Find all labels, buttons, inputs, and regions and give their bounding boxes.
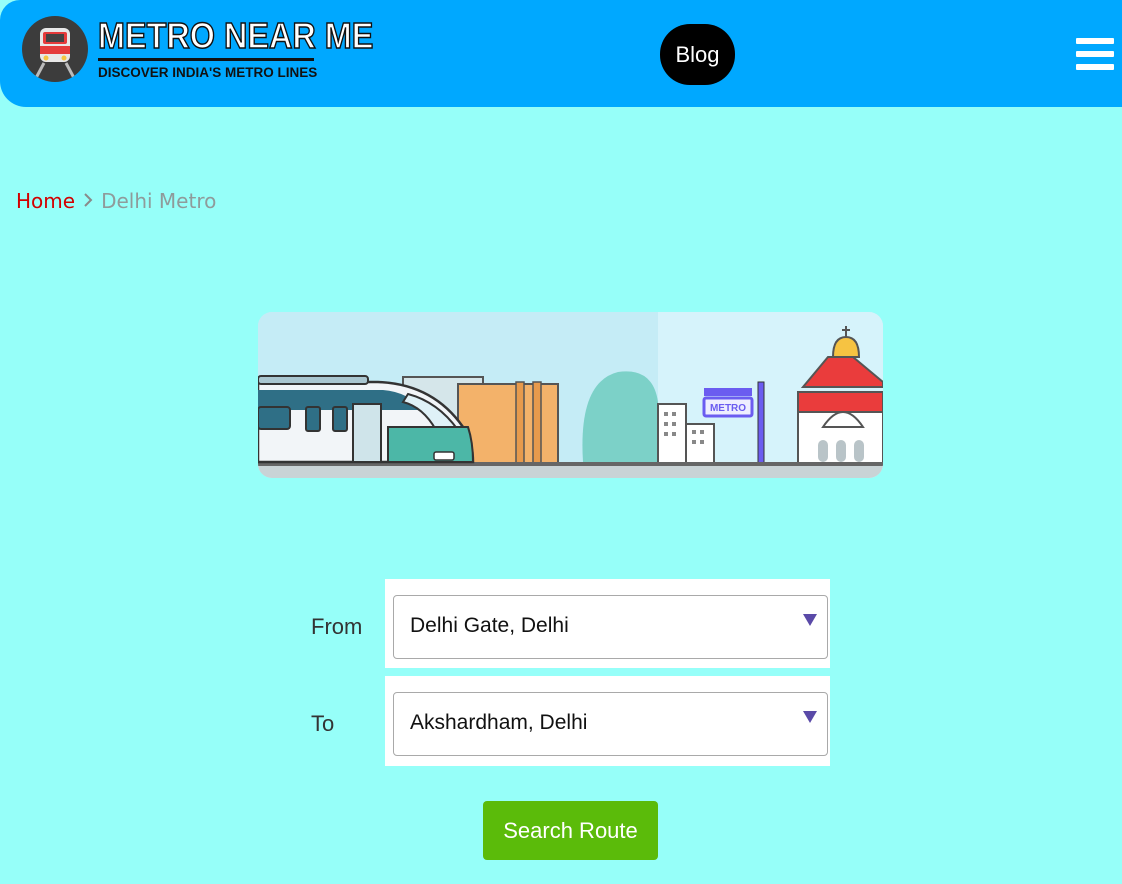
logo-title: METRO NEAR ME	[97, 15, 374, 57]
to-station-select[interactable]: Akshardham, Delhi	[393, 692, 828, 756]
site-logo[interactable]: METRO NEAR ME DISCOVER INDIA'S METRO LIN…	[22, 15, 404, 82]
from-station-value: Delhi Gate, Delhi	[410, 614, 569, 637]
breadcrumb-home-link[interactable]: Home	[16, 189, 75, 213]
dropdown-arrow-icon	[803, 711, 817, 723]
chevron-right-icon	[83, 189, 93, 213]
logo-subtitle: DISCOVER INDIA'S METRO LINES	[98, 65, 318, 80]
dropdown-arrow-icon	[803, 614, 817, 626]
blog-button[interactable]: Blog	[660, 24, 735, 85]
metro-banner-image: METRO	[258, 312, 883, 478]
search-route-button[interactable]: Search Route	[483, 801, 658, 860]
banner-metro-sign: METRO	[710, 403, 746, 414]
to-label: To	[311, 711, 335, 736]
breadcrumb: Home Delhi Metro	[16, 189, 216, 213]
metro-train-logo-icon	[22, 16, 88, 82]
to-station-value: Akshardham, Delhi	[410, 711, 588, 734]
hamburger-icon[interactable]	[1076, 38, 1114, 74]
logo-divider	[98, 58, 314, 61]
to-select-container: Akshardham, Delhi	[385, 676, 830, 766]
breadcrumb-current: Delhi Metro	[101, 189, 217, 213]
site-header: METRO NEAR ME DISCOVER INDIA'S METRO LIN…	[0, 0, 1122, 107]
from-select-container: Delhi Gate, Delhi	[385, 579, 830, 668]
from-label: From	[311, 614, 363, 639]
from-station-select[interactable]: Delhi Gate, Delhi	[393, 595, 828, 659]
